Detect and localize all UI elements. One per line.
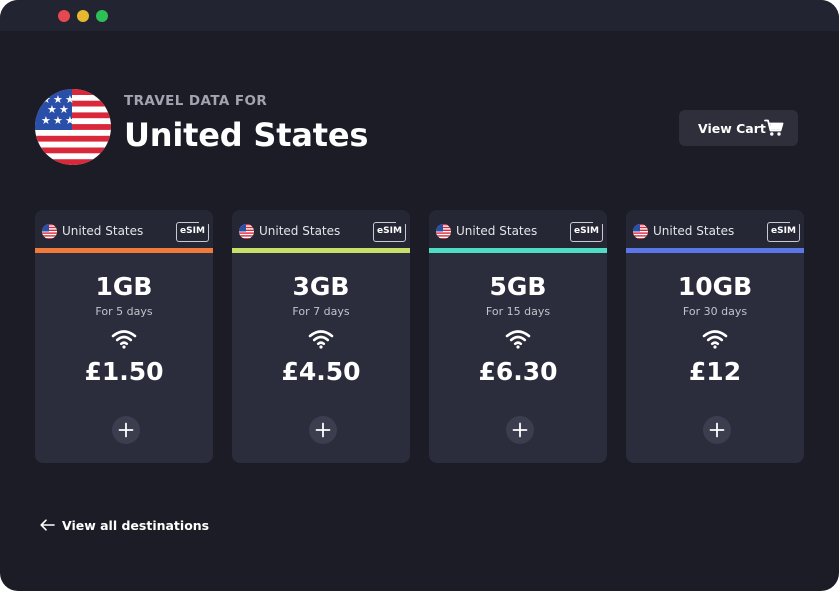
esim-badge: eSIM [176,222,209,242]
plan-data-amount: 5GB [489,272,547,301]
add-to-cart-button[interactable] [309,416,337,444]
plan-price: £1.50 [84,357,164,386]
plan-country: United States [259,224,341,238]
plan-duration: For 7 days [292,305,350,318]
plan-data-amount: 3GB [292,272,350,301]
title-bar [0,0,839,31]
view-cart-label: View Cart [698,120,766,136]
esim-badge-notch [396,220,406,224]
plan-price: £6.30 [478,357,558,386]
plan-card[interactable]: United States eSIM 1GB For 5 days £1.50 [35,210,213,463]
plan-card[interactable]: United States eSIM 10GB For 30 days £12 [626,210,804,463]
shopping-cart-icon [764,119,784,141]
svg-text:★: ★ [53,114,63,127]
us-flag-icon [633,224,648,239]
us-flag-icon: ★ ★ ★ ★ ★ ★ ★ ★ [35,89,111,165]
plan-duration: For 15 days [485,305,551,318]
plan-accent-stripe [626,248,804,253]
plan-card[interactable]: United States eSIM 3GB For 7 days £4.50 [232,210,410,463]
esim-badge-notch [593,220,603,224]
wifi-icon [111,329,137,353]
view-all-destinations-label: View all destinations [62,517,210,533]
wifi-icon [308,329,334,353]
view-cart-button[interactable]: View Cart [679,110,798,146]
app-window: ★ ★ ★ ★ ★ ★ ★ ★ TRAVEL DATA FOR United States… [0,0,839,591]
us-flag-icon [239,224,254,239]
add-to-cart-button[interactable] [703,416,731,444]
plan-duration: For 5 days [95,305,153,318]
wifi-icon [702,329,728,353]
plan-card-header: United States eSIM [35,210,213,248]
svg-text:★: ★ [65,114,75,127]
plan-data-amount: 1GB [95,272,153,301]
plan-data-amount: 10GB [677,272,753,301]
esim-badge: eSIM [373,222,406,242]
plan-country: United States [62,224,144,238]
us-flag-icon [42,224,57,239]
esim-badge-notch [199,220,209,224]
plan-card-header: United States eSIM [232,210,410,248]
close-window-button[interactable] [58,10,70,22]
plan-accent-stripe [429,248,607,253]
page-subtitle: TRAVEL DATA FOR [124,93,268,109]
arrow-left-icon [40,516,55,535]
plan-card-header: United States eSIM [626,210,804,248]
wifi-icon [505,329,531,353]
plan-price: £4.50 [281,357,361,386]
esim-badge: eSIM [570,222,603,242]
esim-badge: eSIM [767,222,800,242]
us-flag-icon [436,224,451,239]
plan-accent-stripe [35,248,213,253]
add-to-cart-button[interactable] [112,416,140,444]
maximize-window-button[interactable] [96,10,108,22]
plan-country: United States [653,224,735,238]
page-title: United States [124,116,369,154]
svg-text:★: ★ [41,114,51,127]
add-to-cart-button[interactable] [506,416,534,444]
plan-duration: For 30 days [682,305,748,318]
minimize-window-button[interactable] [77,10,89,22]
plan-card[interactable]: United States eSIM 5GB For 15 days £6.30 [429,210,607,463]
plan-accent-stripe [232,248,410,253]
plan-price: £12 [688,357,742,386]
esim-badge-notch [790,220,800,224]
plan-country: United States [456,224,538,238]
view-all-destinations-link[interactable]: View all destinations [40,516,209,534]
plan-card-header: United States eSIM [429,210,607,248]
